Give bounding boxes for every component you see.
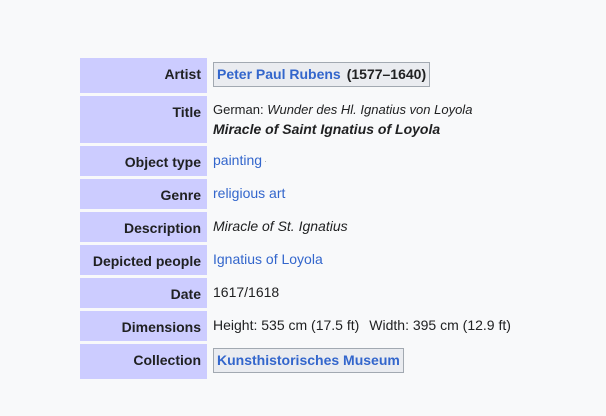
collection-box: Kunsthistorisches Museum [213,348,404,373]
object-type-label: Object type [80,146,207,176]
object-type-row: Object type painting · [80,146,511,176]
depicted-people-row: Depicted people Ignatius of Loyola [80,245,511,275]
artwork-infobox: Artist Peter Paul Rubens (1577–1640) Titl… [80,55,511,382]
dimensions-row: Dimensions Height: 535 cm (17.5 ft) Width… [80,311,511,341]
artist-dates: (1577–1640) [346,66,427,82]
wikidata-dot-icon: · [264,156,268,167]
artist-row: Artist Peter Paul Rubens (1577–1640) [80,58,511,93]
dimensions-height: Height: 535 cm (17.5 ft) [213,317,360,333]
date-label: Date [80,278,207,308]
collection-cell: Kunsthistorisches Museum [207,344,511,379]
title-german: German: Wunder des Hl. Ignatius von Loyo… [213,102,511,117]
depicted-people-cell: Ignatius of Loyola [207,245,511,275]
genre-label: Genre [80,179,207,209]
description-cell: Miracle of St. Ignatius [207,212,511,242]
artist-box: Peter Paul Rubens (1577–1640) [213,62,431,87]
object-type-link[interactable]: painting [213,152,262,168]
date-value: 1617/1618 [213,284,280,300]
genre-row: Genre religious art [80,179,511,209]
dimensions-label: Dimensions [80,311,207,341]
description-row: Description Miracle of St. Ignatius [80,212,511,242]
collection-row: Collection Kunsthistorisches Museum [80,344,511,379]
description-label: Description [80,212,207,242]
depicted-people-link[interactable]: Ignatius of Loyola [213,251,323,267]
depicted-people-label: Depicted people [80,245,207,275]
collection-link[interactable]: Kunsthistorisches Museum [217,352,400,368]
title-main: Miracle of Saint Ignatius of Loyola [213,121,441,137]
artist-label: Artist [80,58,207,93]
title-german-text: Wunder des Hl. Ignatius von Loyola [267,102,473,117]
dimensions-width: Width: 395 cm (12.9 ft) [369,317,511,333]
description-value: Miracle of St. Ignatius [213,218,348,234]
title-row: Title German: Wunder des Hl. Ignatius vo… [80,96,511,143]
title-lang-label: German: [213,102,264,117]
dimensions-cell: Height: 535 cm (17.5 ft) Width: 395 cm (1… [207,311,511,341]
artist-cell: Peter Paul Rubens (1577–1640) [207,58,511,93]
collection-label: Collection [80,344,207,379]
date-row: Date 1617/1618 [80,278,511,308]
artist-link[interactable]: Peter Paul Rubens [217,66,341,82]
genre-link[interactable]: religious art [213,185,285,201]
title-cell: German: Wunder des Hl. Ignatius von Loyo… [207,96,511,143]
object-type-cell: painting · [207,146,511,176]
genre-cell: religious art [207,179,511,209]
title-label: Title [80,96,207,143]
